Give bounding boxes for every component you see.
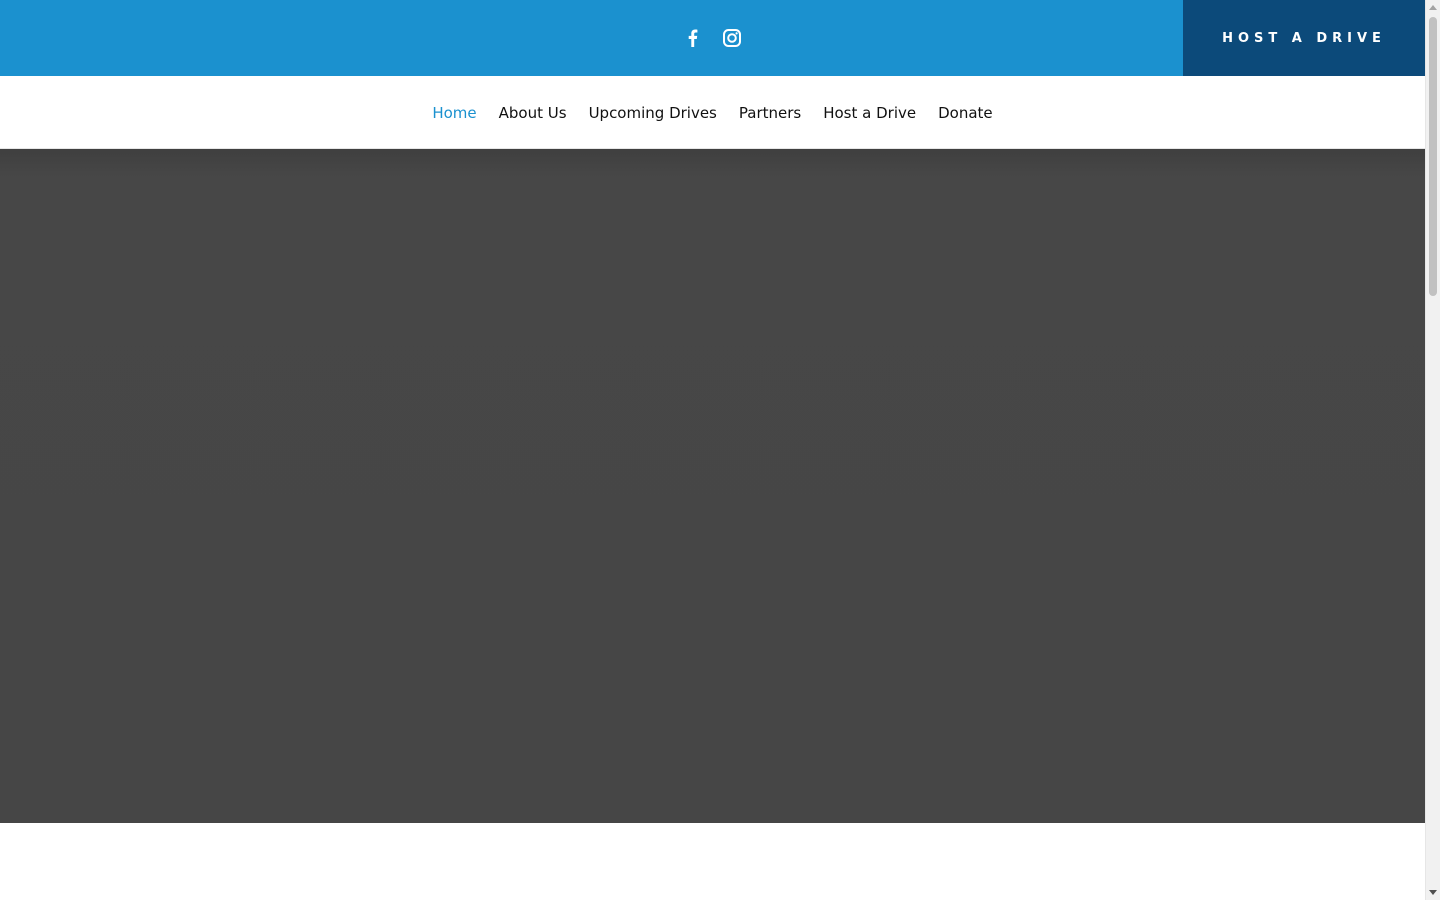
nav-item-partners[interactable]: Partners [739, 104, 801, 122]
scroll-up-arrow-icon[interactable] [1429, 5, 1437, 10]
nav-menu: Home About Us Upcoming Drives Partners H… [0, 76, 1425, 149]
host-a-drive-button[interactable]: HOST A DRIVE [1183, 0, 1425, 76]
nav-item-upcoming-drives[interactable]: Upcoming Drives [589, 104, 717, 122]
hero-section [0, 149, 1425, 823]
nav-item-host-a-drive[interactable]: Host a Drive [823, 104, 916, 122]
main-navigation: Home About Us Upcoming Drives Partners H… [0, 76, 1425, 149]
page: HOST A DRIVE Home About Us Upcoming Driv… [0, 0, 1440, 900]
content-section [0, 823, 1425, 900]
vertical-scrollbar[interactable] [1425, 0, 1440, 900]
nav-item-home[interactable]: Home [432, 104, 476, 122]
nav-item-about-us[interactable]: About Us [499, 104, 567, 122]
instagram-icon[interactable] [720, 26, 744, 50]
nav-item-donate[interactable]: Donate [938, 104, 993, 122]
top-bar: HOST A DRIVE [0, 0, 1425, 76]
scroll-down-arrow-icon[interactable] [1429, 890, 1437, 895]
scrollbar-thumb[interactable] [1429, 17, 1437, 296]
page-content: HOST A DRIVE Home About Us Upcoming Driv… [0, 0, 1425, 900]
facebook-icon[interactable] [680, 26, 704, 50]
